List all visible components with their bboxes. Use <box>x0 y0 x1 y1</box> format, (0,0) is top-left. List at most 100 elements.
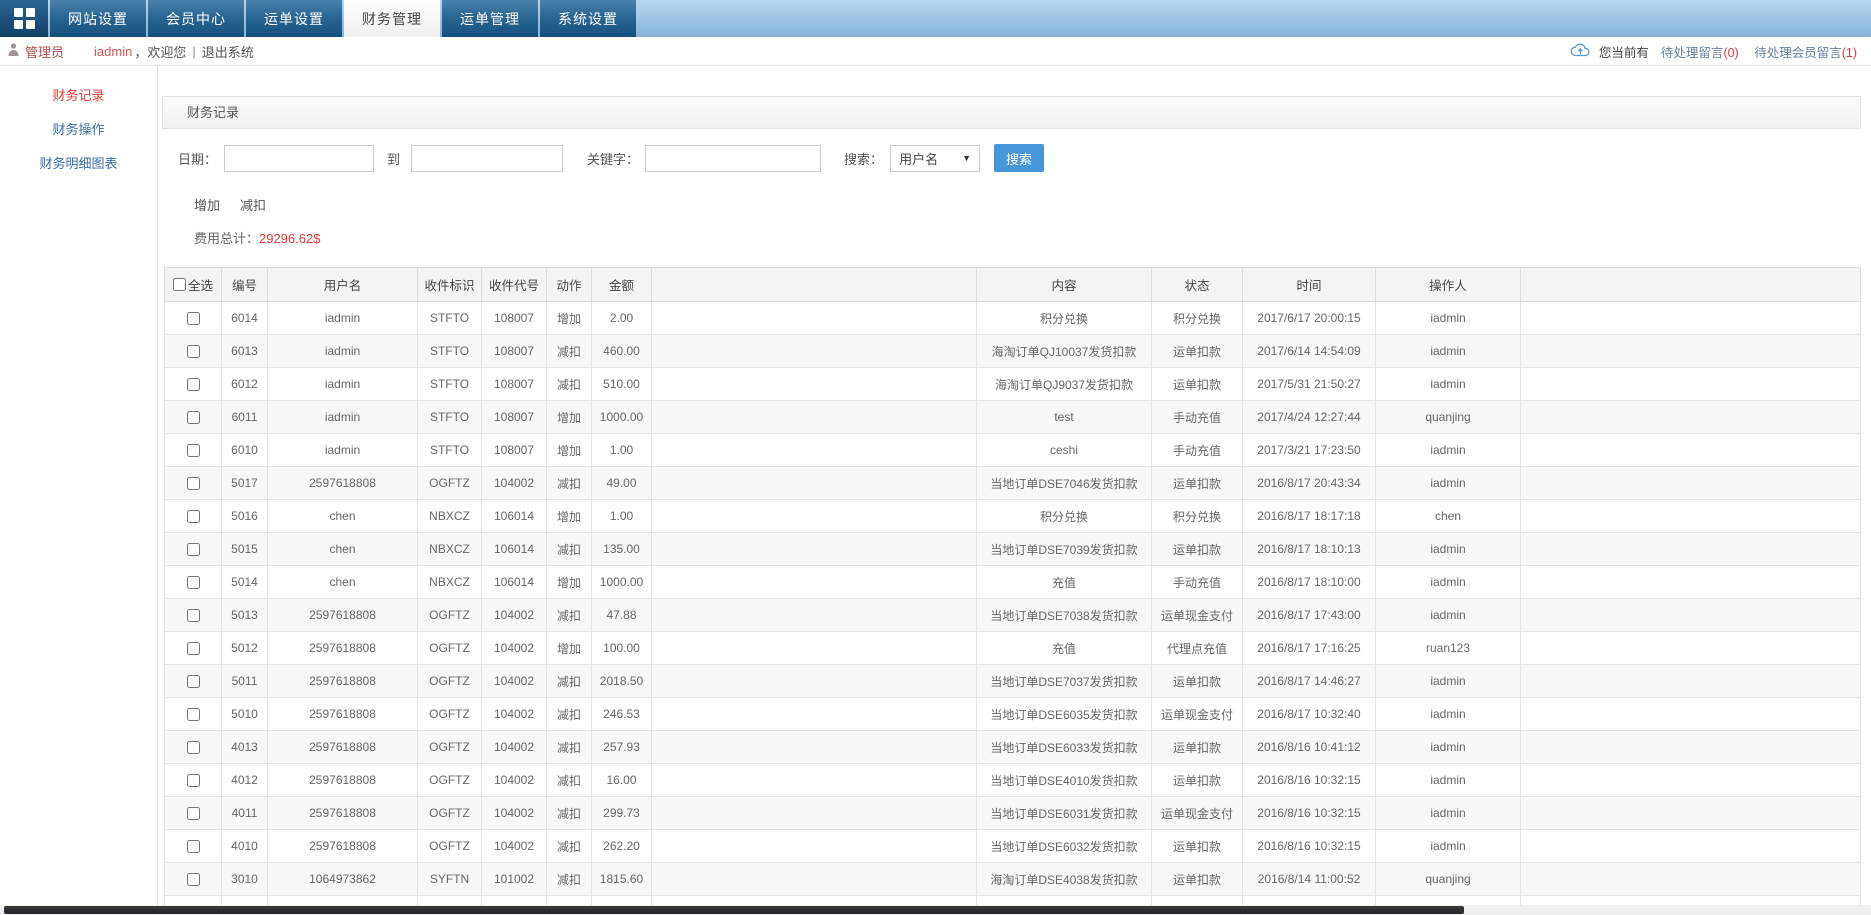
row-checkbox[interactable] <box>187 312 200 325</box>
row-checkbox[interactable] <box>187 543 200 556</box>
cell-time: 2016/8/17 10:32:40 <box>1243 698 1376 731</box>
nav-tab[interactable]: 会员中心 <box>148 0 244 37</box>
cell-time: 2016/8/17 20:43:34 <box>1243 467 1376 500</box>
cell-recipient-code: 106014 <box>482 500 547 533</box>
cell-time: 2016/8/17 18:10:00 <box>1243 566 1376 599</box>
total-label: 费用总计： <box>194 231 259 246</box>
cell-recipient-tag: OGFTZ <box>418 665 482 698</box>
cell-id: 4013 <box>222 731 268 764</box>
pending-message-link[interactable]: 待处理留言(0) <box>1661 46 1739 60</box>
search-button[interactable]: 搜索 <box>994 144 1044 172</box>
row-checkbox[interactable] <box>187 642 200 655</box>
cell-time: 2016/8/16 10:32:15 <box>1243 764 1376 797</box>
main-content: 财务记录 日期： 到 关键字： 搜索： 用户名 ▼ 搜索 增加 减扣 费用总计：… <box>158 66 1871 915</box>
date-to-label: 到 <box>387 149 400 168</box>
cell-time: 2016/8/16 10:32:15 <box>1243 830 1376 863</box>
cell-amount: 510.00 <box>592 368 652 401</box>
cell-amount: 246.53 <box>592 698 652 731</box>
row-checkbox-cell <box>165 401 222 434</box>
cell-recipient-code: 108007 <box>482 434 547 467</box>
select-all-label: 全选 <box>188 275 213 294</box>
cell-status: 运单扣款 <box>1152 335 1243 368</box>
cell-recipient-tag: OGFTZ <box>418 830 482 863</box>
horizontal-scrollbar-thumb[interactable] <box>4 906 1464 914</box>
row-checkbox[interactable] <box>187 708 200 721</box>
table-row: 6010 iadmin STFTO 108007 增加 1.00 ceshi 手… <box>165 434 1861 467</box>
cell-username: chen <box>268 533 418 566</box>
nav-tab[interactable]: 运单设置 <box>246 0 342 37</box>
cell-spacer <box>652 368 977 401</box>
select-all-checkbox[interactable] <box>173 278 186 291</box>
cell-filler <box>1521 863 1861 896</box>
row-checkbox[interactable] <box>187 444 200 457</box>
cell-amount: 257.93 <box>592 731 652 764</box>
sidebar: 财务记录 财务操作 财务明细图表 <box>0 66 158 915</box>
horizontal-scrollbar-track[interactable] <box>0 905 1871 915</box>
person-icon <box>8 43 19 59</box>
row-checkbox[interactable] <box>187 840 200 853</box>
nav-tab[interactable]: 运单管理 <box>442 0 538 37</box>
nav-tab[interactable]: 财务管理 <box>344 0 440 37</box>
row-checkbox[interactable] <box>187 774 200 787</box>
add-link[interactable]: 增加 <box>194 195 220 214</box>
row-checkbox[interactable] <box>187 609 200 622</box>
cell-recipient-code: 104002 <box>482 698 547 731</box>
pending-message-link[interactable]: 待处理会员留言(1) <box>1754 46 1857 60</box>
nav-tab[interactable]: 系统设置 <box>540 0 636 37</box>
cell-recipient-tag: OGFTZ <box>418 797 482 830</box>
cell-username: iadmin <box>268 302 418 335</box>
date-from-input[interactable] <box>224 145 374 172</box>
cell-content: 当地订单DSE6032发货扣款 <box>977 830 1152 863</box>
row-checkbox-cell <box>165 434 222 467</box>
cell-recipient-tag: STFTO <box>418 401 482 434</box>
cell-filler <box>1521 731 1861 764</box>
cell-action: 增加 <box>547 500 592 533</box>
cell-operator: iadmin <box>1376 335 1521 368</box>
cell-time: 2017/3/21 17:23:50 <box>1243 434 1376 467</box>
date-to-input[interactable] <box>411 145 563 172</box>
sidebar-item[interactable]: 财务操作 <box>0 113 157 147</box>
row-checkbox-cell <box>165 698 222 731</box>
cell-filler <box>1521 830 1861 863</box>
logout-link[interactable]: 退出系统 <box>202 42 254 61</box>
panel-header: 财务记录 <box>162 96 1861 129</box>
table-row: 4012 2597618808 OGFTZ 104002 减扣 16.00 当地… <box>165 764 1861 797</box>
row-checkbox[interactable] <box>187 411 200 424</box>
cell-status: 运单扣款 <box>1152 830 1243 863</box>
cell-filler <box>1521 335 1861 368</box>
cell-recipient-tag: STFTO <box>418 434 482 467</box>
keyword-label: 关键字： <box>587 149 639 168</box>
keyword-input[interactable] <box>645 145 821 172</box>
row-checkbox[interactable] <box>187 345 200 358</box>
row-checkbox[interactable] <box>187 675 200 688</box>
search-type-select[interactable]: 用户名 ▼ <box>890 145 980 172</box>
cell-username: iadmin <box>268 335 418 368</box>
user-info: 管理员 iadmin ，欢迎您 | 退出系统 <box>8 42 254 61</box>
cell-id: 3010 <box>222 863 268 896</box>
cell-time: 2017/6/14 14:54:09 <box>1243 335 1376 368</box>
row-checkbox[interactable] <box>187 873 200 886</box>
col-header-recipient-code: 收件代号 <box>482 268 547 302</box>
notice-links: 待处理留言(0) 待处理会员留言(1) <box>1649 42 1857 61</box>
cell-amount: 1.00 <box>592 500 652 533</box>
sidebar-item[interactable]: 财务明细图表 <box>0 147 157 181</box>
row-checkbox[interactable] <box>187 378 200 391</box>
row-checkbox[interactable] <box>187 741 200 754</box>
row-checkbox[interactable] <box>187 807 200 820</box>
row-checkbox[interactable] <box>187 477 200 490</box>
panel-title: 财务记录 <box>187 105 239 120</box>
total-summary: 费用总计：29296.62$ <box>162 228 1861 247</box>
row-checkbox[interactable] <box>187 576 200 589</box>
nav-tab[interactable]: 网站设置 <box>50 0 146 37</box>
row-checkbox[interactable] <box>187 510 200 523</box>
sidebar-item-label: 财务操作 <box>52 122 104 137</box>
cell-time: 2016/8/16 10:32:15 <box>1243 797 1376 830</box>
cell-filler <box>1521 533 1861 566</box>
deduct-link[interactable]: 减扣 <box>240 195 266 214</box>
sidebar-item[interactable]: 财务记录 <box>0 79 157 113</box>
cell-content: 充值 <box>977 632 1152 665</box>
pending-message-label: 待处理会员留言 <box>1754 46 1842 60</box>
cell-operator: iadmin <box>1376 467 1521 500</box>
nav-tab-label: 运单设置 <box>264 9 324 29</box>
apps-grid-button[interactable] <box>0 0 48 37</box>
